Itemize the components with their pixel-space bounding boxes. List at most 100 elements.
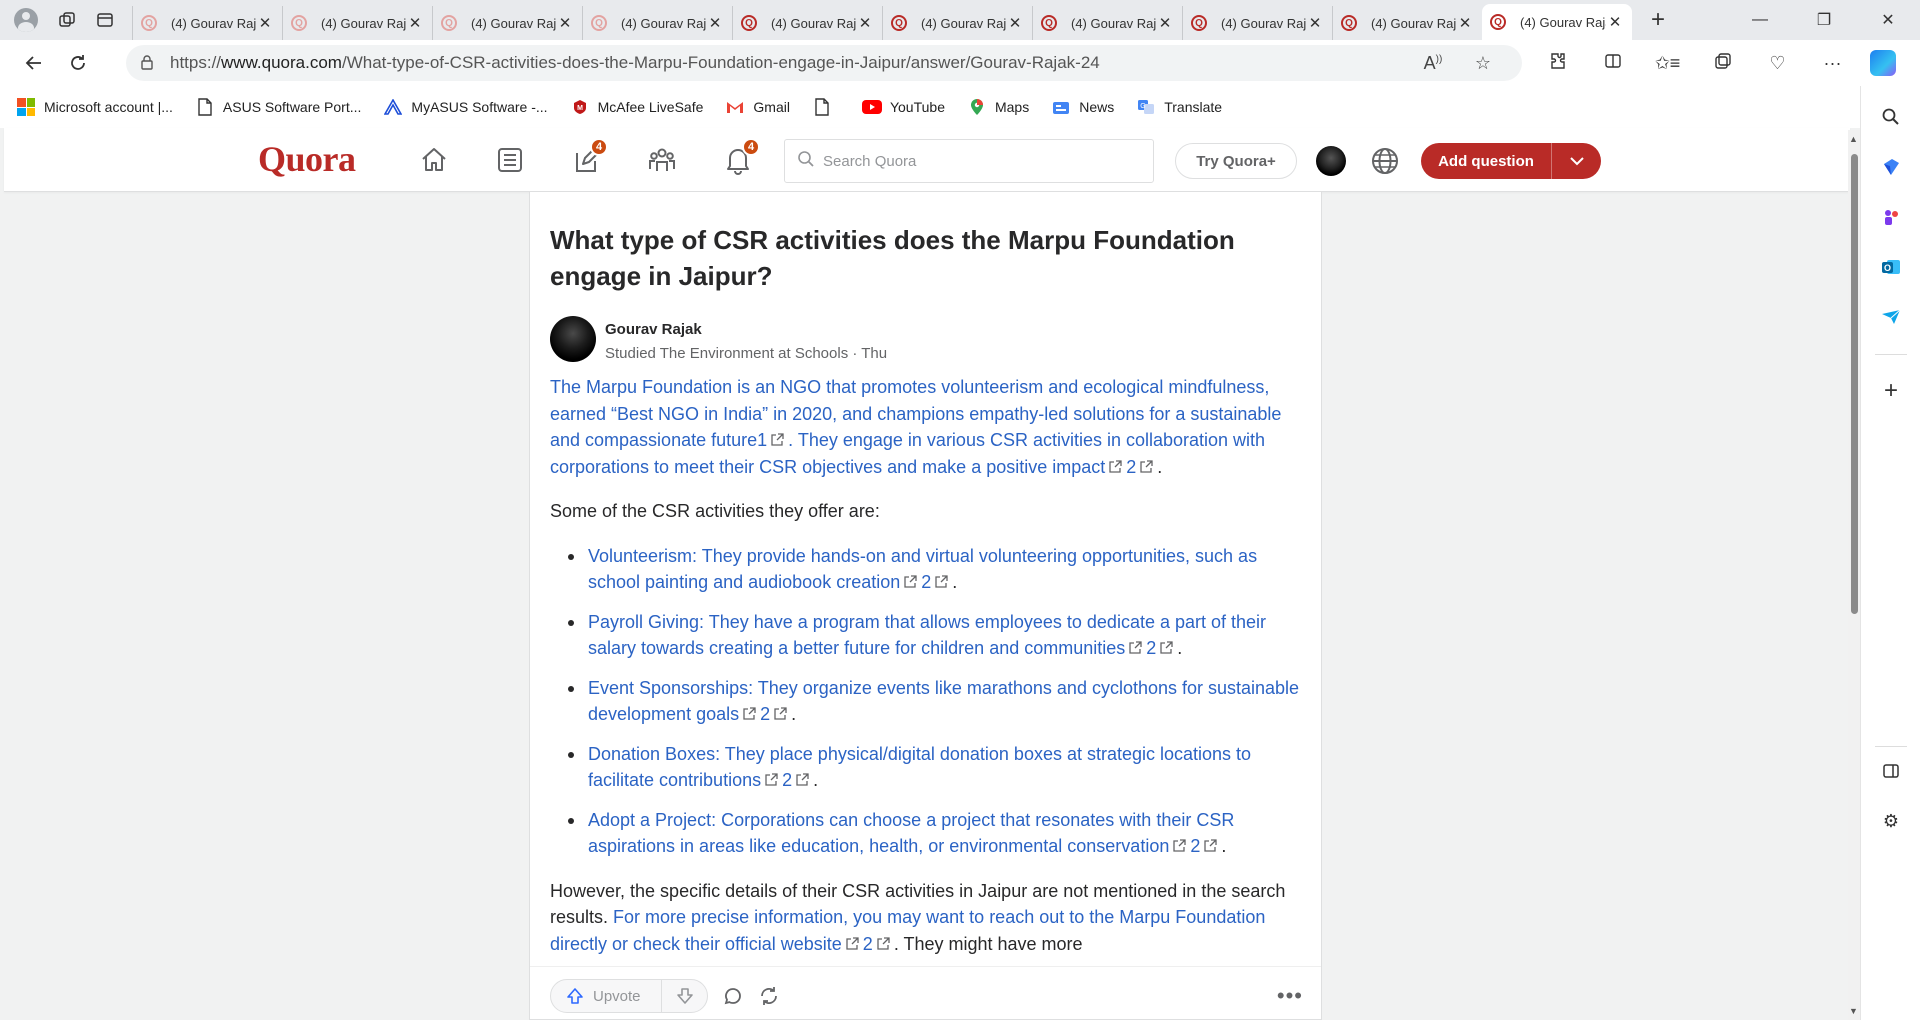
close-tab-icon[interactable]: ✕ [1006,14,1024,32]
close-window-button[interactable]: ✕ [1856,0,1920,40]
comment-icon[interactable] [720,983,746,1009]
close-tab-icon[interactable]: ✕ [1456,14,1474,32]
scroll-up-arrow-icon[interactable]: ▲ [1849,134,1858,144]
drop-icon[interactable] [1878,304,1904,330]
external-link-icon[interactable] [742,702,757,720]
copilot-icon[interactable] [1870,50,1896,76]
search-input[interactable] [823,152,1153,170]
browser-tab[interactable]: Q (4) Gourav Rajak✕ [1332,6,1482,40]
author-avatar[interactable] [550,316,596,362]
scroll-down-arrow-icon[interactable]: ▼ [1849,1006,1858,1016]
external-link-icon[interactable] [795,768,810,786]
try-quora-plus-button[interactable]: Try Quora+ [1175,143,1297,179]
close-tab-icon[interactable]: ✕ [556,14,574,32]
collections-icon[interactable] [1695,51,1750,76]
external-link-icon[interactable] [773,702,788,720]
following-feed-icon[interactable] [490,140,530,180]
external-link-icon[interactable] [1159,636,1174,654]
external-link-icon[interactable] [1203,834,1218,852]
reference-link[interactable]: 2 [863,934,873,954]
favorites-icon[interactable]: ✩≡ [1640,53,1695,74]
bookmark-item[interactable]: M McAfee LiveSafe [570,98,703,116]
address-bar[interactable]: https://www.quora.com/What-type-of-CSR-a… [126,45,1522,81]
read-aloud-icon[interactable]: A)) [1408,53,1458,74]
bookmark-item[interactable]: News [1051,98,1114,116]
browser-tab[interactable]: Q (4) Gourav Rajak✕ [882,6,1032,40]
close-tab-icon[interactable]: ✕ [856,14,874,32]
close-tab-icon[interactable]: ✕ [1606,13,1624,31]
reference-link[interactable]: 2 [782,770,792,790]
quora-logo[interactable]: Quora [258,138,356,180]
shopping-icon[interactable] [1878,154,1904,180]
close-tab-icon[interactable]: ✕ [406,14,424,32]
close-tab-icon[interactable]: ✕ [1156,14,1174,32]
favorite-star-icon[interactable]: ☆ [1458,53,1508,74]
add-sidebar-app-icon[interactable]: + [1878,377,1904,404]
close-tab-icon[interactable]: ✕ [706,14,724,32]
browser-tab[interactable]: Q (4) Gourav Rajak✕ [732,6,882,40]
outlook-icon[interactable]: O [1878,254,1904,280]
author-name[interactable]: Gourav Rajak [605,321,702,338]
notifications-bell-icon[interactable]: 4 [718,138,760,180]
search-icon[interactable] [1878,104,1904,130]
scrollbar-thumb[interactable] [1851,154,1858,614]
answer-link[interactable]: Donation Boxes: They place physical/digi… [588,744,1251,791]
browser-essentials-icon[interactable]: ♡ [1750,53,1805,74]
upvote-button[interactable]: Upvote [551,986,661,1006]
answer-edit-icon[interactable]: 4 [566,138,608,180]
browser-tab[interactable]: Q (4) Gourav Rajak✕ [132,6,282,40]
close-tab-icon[interactable]: ✕ [1306,14,1324,32]
settings-more-icon[interactable]: ··· [1805,53,1860,74]
hide-sidebar-icon[interactable] [1878,758,1904,784]
extensions-icon[interactable] [1530,51,1585,76]
external-link-icon[interactable] [1108,455,1123,473]
bookmark-item[interactable]: MyASUS Software -... [383,98,548,116]
restore-button[interactable]: ❐ [1792,0,1856,40]
downvote-button[interactable] [662,986,707,1006]
reference-link[interactable]: 2 [921,572,931,592]
vertical-tabs-icon[interactable] [86,0,124,40]
question-title[interactable]: What type of CSR activities does the Mar… [550,222,1290,294]
add-question-button[interactable]: Add question [1421,143,1601,179]
browser-tab[interactable]: Q (4) Gourav Rajak✕ [432,6,582,40]
external-link-icon[interactable] [1139,455,1154,473]
refresh-button[interactable] [56,43,100,83]
lock-icon[interactable] [140,54,170,73]
bookmark-item[interactable] [812,98,840,116]
bookmark-item[interactable]: ASUS Software Port... [195,98,361,116]
split-screen-icon[interactable] [1585,51,1640,76]
share-reshare-icon[interactable] [756,983,782,1009]
reference-link[interactable]: 2 [1190,836,1200,856]
minimize-button[interactable]: — [1728,0,1792,40]
more-options-icon[interactable]: ••• [1277,983,1303,1009]
back-button[interactable] [12,43,56,83]
browser-tab[interactable]: Q (4) Gourav Rajak✕ [282,6,432,40]
reference-link[interactable]: 2 [1126,457,1136,477]
external-link-icon[interactable] [876,932,891,950]
answer-link[interactable]: Event Sponsorships: They organize events… [588,678,1299,725]
reference-link[interactable]: 2 [1146,638,1156,658]
search-box[interactable] [784,139,1154,183]
sidebar-settings-gear-icon[interactable]: ⚙ [1878,808,1904,834]
profile-icon[interactable] [14,8,38,32]
bookmark-item[interactable]: Maps [967,98,1029,116]
browser-tab-active[interactable]: Q (4) Gourav Rajak✕ [1482,4,1632,40]
bookmark-item[interactable]: Gmail [725,98,790,116]
external-link-icon[interactable] [770,428,785,446]
spaces-icon[interactable] [642,140,682,180]
home-icon[interactable] [414,140,454,180]
bookmark-item[interactable]: G Translate [1136,98,1222,116]
external-link-icon[interactable] [934,570,949,588]
external-link-icon[interactable] [845,932,860,950]
chevron-down-icon[interactable] [1552,152,1601,170]
answer-link[interactable]: Adopt a Project: Corporations can choose… [588,810,1234,857]
external-link-icon[interactable] [764,768,779,786]
bookmark-item[interactable]: YouTube [861,98,945,116]
user-avatar[interactable] [1316,146,1346,176]
page-scrollbar[interactable]: ▲ ▼ [1848,130,1860,1020]
add-question-label[interactable]: Add question [1421,153,1551,170]
browser-tab[interactable]: Q (4) Gourav Rajak✕ [582,6,732,40]
external-link-icon[interactable] [1172,834,1187,852]
url-text[interactable]: https://www.quora.com/What-type-of-CSR-a… [170,53,1408,73]
browser-tab[interactable]: Q (4) Gourav Rajak✕ [1032,6,1182,40]
